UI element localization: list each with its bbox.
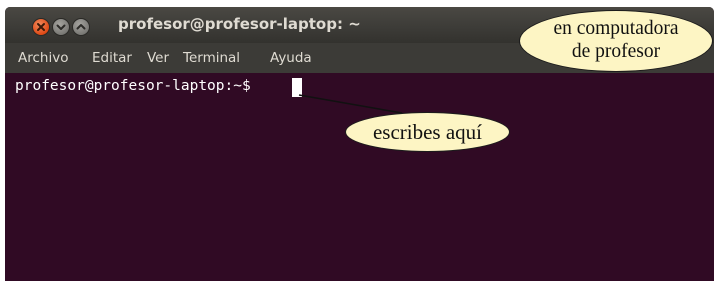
menu-editar[interactable]: Editar [92,50,132,66]
minimize-icon[interactable] [52,18,70,36]
callout-escribes-text: escribes aquí [372,120,483,144]
callout-line-2: de profesor [571,41,661,62]
callout-computadora-profesor: en computadora de profesor [519,10,713,72]
menu-ver[interactable]: Ver [147,50,169,66]
maximize-icon[interactable] [72,18,90,36]
callout-line-1: en computadora [553,18,679,39]
callout-escribes-aqui: escribes aquí [345,112,510,152]
window-title: profesor@profesor-laptop: ~ [118,15,361,33]
terminal-area[interactable]: profesor@profesor-laptop:~$ [5,73,714,281]
menu-archivo[interactable]: Archivo [18,50,68,66]
shell-prompt: profesor@profesor-laptop:~$ [15,78,251,94]
menu-ayuda[interactable]: Ayuda [270,50,312,66]
close-icon[interactable] [32,18,50,36]
menu-terminal[interactable]: Terminal [183,50,240,66]
text-cursor [292,78,302,97]
